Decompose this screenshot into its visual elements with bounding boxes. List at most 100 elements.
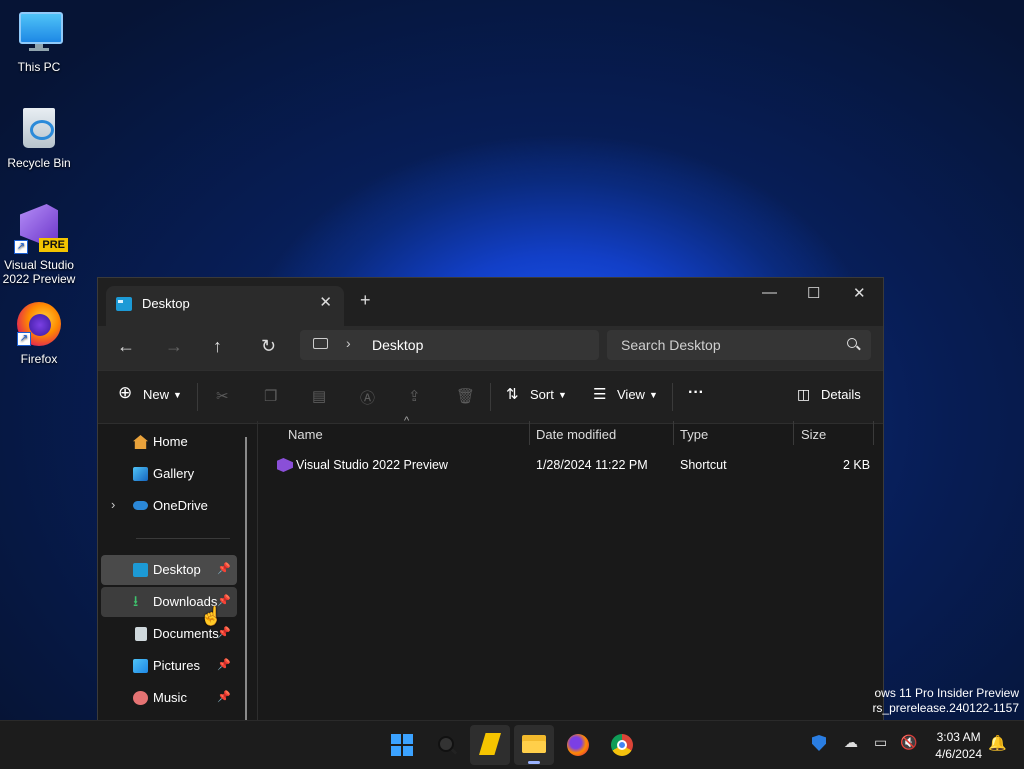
search-icon [847, 338, 857, 348]
chevron-down-icon: ▼ [558, 390, 567, 400]
table-row[interactable]: Visual Studio 2022 Preview 1/28/2024 11:… [258, 453, 884, 477]
desktop-icon-label: Visual Studio 2022 Preview [2, 258, 76, 286]
pin-icon[interactable]: 📌 [217, 626, 231, 639]
clock-date: 4/6/2024 [935, 747, 982, 761]
file-list: ^ Name Date modified Type Size Visual St… [257, 415, 884, 721]
clock-time: 3:03 AM [936, 730, 981, 744]
volume-muted-icon[interactable]: 🔇 [900, 734, 917, 751]
sort-button[interactable]: Sort [530, 387, 554, 402]
desktop-icon-label: Recycle Bin [7, 156, 71, 170]
search-input[interactable]: Search Desktop [607, 330, 871, 360]
sidebar-item-pictures[interactable]: Pictures 📌 [101, 651, 237, 681]
pin-icon[interactable]: 📌 [217, 562, 231, 575]
download-arrow-icon: ⭳ [133, 593, 139, 610]
sidebar-item-onedrive[interactable]: › OneDrive [101, 491, 237, 521]
hand-cursor-icon: ☝ [200, 606, 223, 626]
file-name: Visual Studio 2022 Preview [296, 458, 448, 472]
visual-studio-installer-button[interactable] [470, 725, 510, 765]
security-shield-icon[interactable] [812, 735, 826, 751]
desktop-icon-recycle-bin[interactable]: Recycle Bin [0, 106, 78, 170]
minimize-button[interactable]: — [762, 284, 777, 301]
delete-button[interactable]: 🗑 [456, 387, 475, 405]
view-button[interactable]: View [617, 387, 645, 402]
pin-icon[interactable]: 📌 [217, 658, 231, 671]
file-size: 2 KB [843, 458, 871, 472]
desktop-icon-visual-studio[interactable]: PRE ↗ Visual Studio 2022 Preview [0, 204, 78, 286]
desktop-icon-label: Firefox [20, 352, 58, 366]
paste-button[interactable]: ▤ [312, 387, 326, 405]
column-header-name[interactable]: Name [288, 427, 323, 442]
desktop-folder-icon [116, 297, 132, 311]
new-button[interactable]: New [143, 387, 169, 402]
column-divider[interactable] [673, 421, 674, 445]
sidebar-item-home[interactable]: Home [101, 427, 237, 457]
pin-icon[interactable]: 📌 [217, 690, 231, 703]
visual-studio-icon [277, 458, 293, 472]
monitor-icon [17, 10, 63, 54]
column-divider[interactable] [793, 421, 794, 445]
column-header-type[interactable]: Type [680, 427, 708, 442]
forward-button[interactable]: → [165, 336, 183, 357]
copy-button[interactable]: ❐ [264, 387, 277, 405]
breadcrumb-separator: › [346, 335, 351, 351]
toolbar-divider [490, 383, 491, 411]
sort-icon: ⇅ [506, 386, 519, 403]
firefox-button[interactable] [558, 725, 598, 765]
sidebar-item-gallery[interactable]: Gallery [101, 459, 237, 489]
new-tab-button[interactable]: + [360, 290, 371, 311]
up-button[interactable]: ↑ [213, 336, 222, 357]
notification-bell-icon[interactable]: 🔔 [988, 734, 1007, 752]
breadcrumb-desktop[interactable]: Desktop [372, 337, 423, 353]
music-icon [133, 691, 148, 705]
close-button[interactable]: ✕ [853, 284, 866, 302]
maximize-button[interactable]: ☐ [807, 284, 820, 302]
column-divider[interactable] [529, 421, 530, 445]
tab-desktop[interactable]: Desktop ✕ [106, 286, 344, 326]
column-header-date-modified[interactable]: Date modified [536, 427, 616, 442]
desktop-icon-label: This PC [17, 60, 61, 74]
desktop-icon-this-pc[interactable]: This PC [0, 10, 78, 74]
windows-logo-icon [391, 734, 413, 756]
network-offline-icon[interactable]: ☁ [844, 734, 858, 751]
cut-button[interactable]: ✂ [216, 387, 229, 405]
sort-indicator-icon: ^ [404, 415, 410, 427]
desktop-icon-firefox[interactable]: ↗ Firefox [0, 302, 78, 366]
more-options-button[interactable]: ··· [688, 384, 704, 402]
details-button[interactable]: Details [821, 387, 861, 402]
title-bar: Desktop ✕ + — ☐ ✕ [98, 278, 883, 326]
file-explorer-window: Desktop ✕ + — ☐ ✕ ← → ↑ ↻ › Desktop Sear… [97, 277, 884, 722]
address-bar[interactable]: › Desktop [300, 330, 599, 360]
chrome-button[interactable] [602, 725, 642, 765]
column-divider[interactable] [873, 421, 874, 445]
this-pc-icon [313, 338, 328, 349]
sidebar-item-desktop[interactable]: Desktop 📌 [101, 555, 237, 585]
file-type: Shortcut [680, 458, 727, 472]
start-button[interactable] [382, 725, 422, 765]
tab-close-button[interactable]: ✕ [319, 293, 332, 311]
taskbar: ☁ ▭ 🔇 3:03 AM 4/6/2024 🔔 [0, 720, 1024, 769]
toolbar-divider [197, 383, 198, 411]
clock[interactable]: 3:03 AM 4/6/2024 [935, 729, 982, 763]
sidebar-item-music[interactable]: Music 📌 [101, 683, 237, 713]
back-button[interactable]: ← [117, 336, 135, 357]
chevron-down-icon: ▼ [173, 390, 182, 400]
sidebar-scrollbar[interactable] [245, 437, 247, 721]
sidebar-item-label: Desktop [153, 562, 201, 577]
sidebar-divider [136, 538, 230, 539]
document-icon [135, 627, 147, 641]
navigation-bar: ← → ↑ ↻ › Desktop Search Desktop [98, 326, 883, 370]
search-button[interactable] [426, 725, 466, 765]
visual-studio-icon: PRE ↗ [14, 204, 68, 254]
column-header-size[interactable]: Size [801, 427, 826, 442]
view-icon: ☰ [593, 386, 607, 403]
file-explorer-button[interactable] [514, 725, 554, 765]
rename-button[interactable]: Ⓐ [360, 387, 375, 408]
display-icon[interactable]: ▭ [874, 734, 887, 751]
search-placeholder: Search Desktop [621, 337, 721, 353]
shortcut-arrow-icon: ↗ [14, 240, 28, 254]
new-icon: ⊕ [118, 383, 133, 402]
chevron-right-icon[interactable]: › [111, 497, 115, 512]
share-button[interactable]: ⇪ [408, 387, 421, 405]
refresh-button[interactable]: ↻ [261, 336, 276, 357]
chevron-down-icon: ▼ [649, 390, 658, 400]
